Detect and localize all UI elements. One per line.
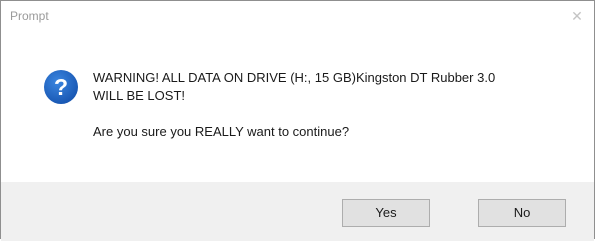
- warning-message-line1: WARNING! ALL DATA ON DRIVE (H:, 15 GB)Ki…: [93, 70, 496, 85]
- close-button[interactable]: ✕: [566, 5, 588, 27]
- warning-message-line2: WILL BE LOST!: [93, 88, 185, 103]
- window-title: Prompt: [10, 9, 49, 23]
- message-area: ? WARNING! ALL DATA ON DRIVE (H:, 15 GB)…: [1, 31, 594, 181]
- svg-text:?: ?: [54, 74, 68, 100]
- no-button[interactable]: No: [478, 199, 566, 227]
- yes-button[interactable]: Yes: [342, 199, 430, 227]
- confirm-question: Are you sure you REALLY want to continue…: [93, 124, 350, 139]
- question-icon: ?: [44, 70, 78, 104]
- title-bar[interactable]: Prompt ✕: [1, 1, 594, 31]
- prompt-dialog: Prompt ✕ ? WARNING! ALL DATA ON DRIVE (H…: [0, 0, 595, 241]
- button-bar: Yes No: [1, 182, 594, 241]
